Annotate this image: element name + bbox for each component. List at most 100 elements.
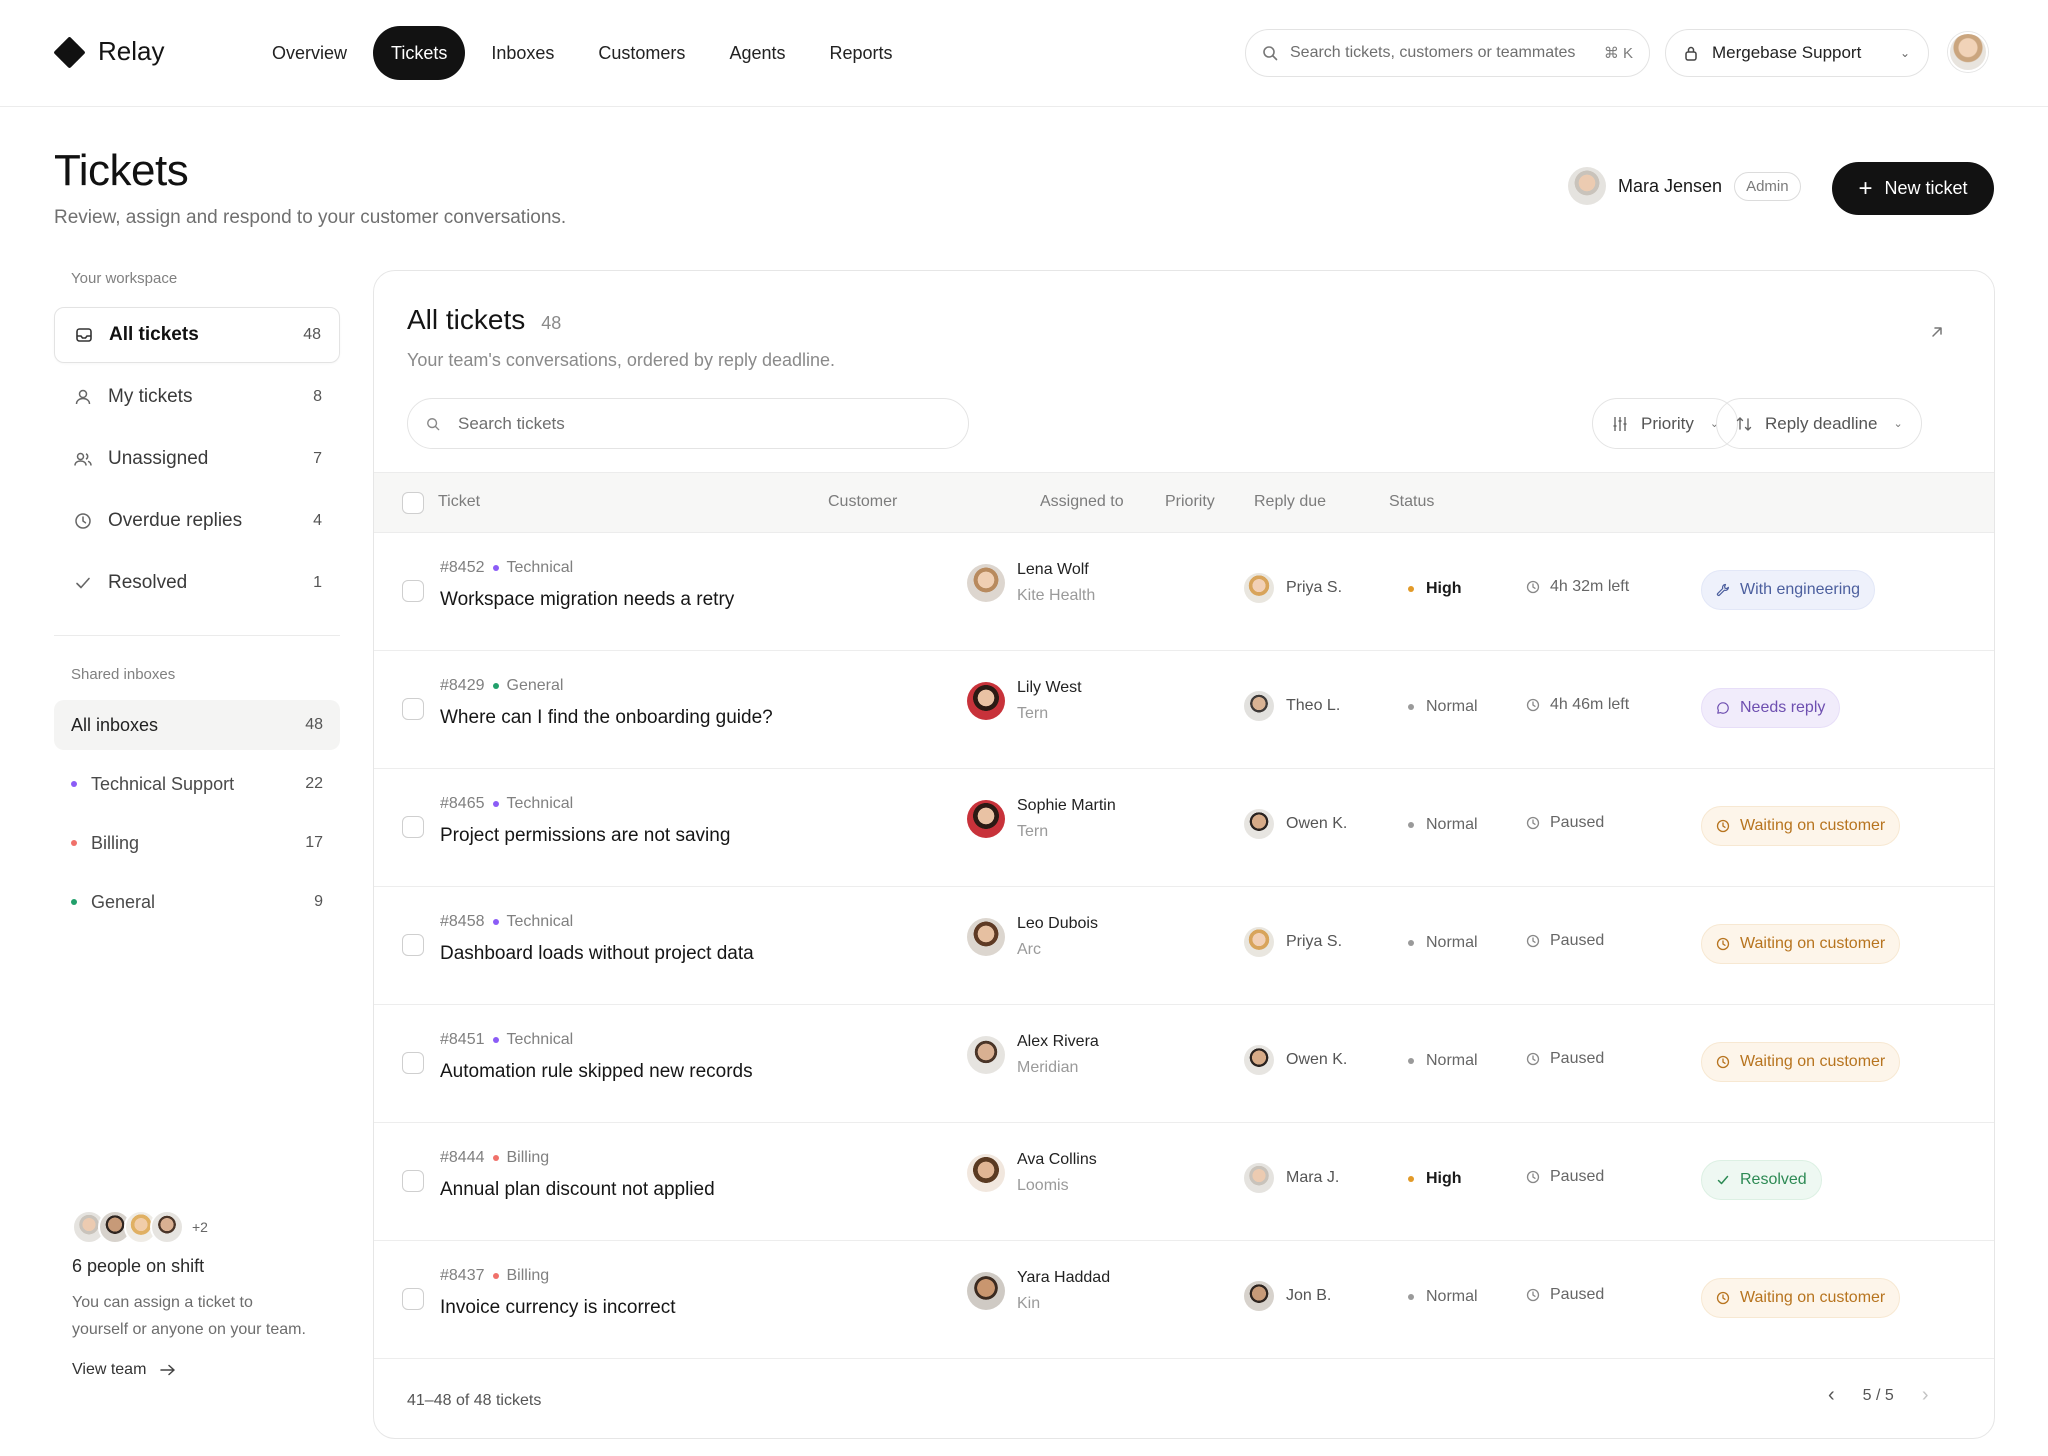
nav-reports[interactable]: Reports — [811, 26, 910, 80]
ticket-search-input[interactable]: Search tickets — [407, 398, 969, 449]
inbox-item-all-inboxes[interactable]: All inboxes 48 — [54, 700, 340, 750]
inbox-item-count: 22 — [305, 775, 323, 792]
column-header-reply-due[interactable]: Reply due — [1254, 493, 1326, 511]
ticket-title[interactable]: Automation rule skipped new records — [440, 1061, 753, 1083]
brand-logo[interactable]: Relay — [53, 35, 164, 69]
table-row[interactable]: #8465 Technical Project permissions are … — [374, 769, 1994, 887]
next-page-button[interactable]: › — [1922, 1384, 1929, 1407]
assignee-cell[interactable]: Owen K. — [1244, 809, 1347, 839]
status-badge[interactable]: Waiting on customer — [1701, 806, 1901, 846]
column-header-status[interactable]: Status — [1389, 493, 1434, 511]
assignee-cell[interactable]: Owen K. — [1244, 1045, 1347, 1075]
column-header-customer[interactable]: Customer — [828, 493, 897, 511]
current-user-chip[interactable]: Mara Jensen Admin — [1568, 167, 1801, 205]
table-row[interactable]: #8437 Billing Invoice currency is incorr… — [374, 1241, 1994, 1359]
customer-cell: Lena Wolf Kite Health — [967, 561, 1095, 605]
status-badge[interactable]: Waiting on customer — [1701, 1278, 1901, 1318]
ticket-title[interactable]: Workspace migration needs a retry — [440, 589, 734, 611]
status-badge[interactable]: Needs reply — [1701, 688, 1841, 728]
reply-due-text: 4h 46m left — [1550, 696, 1630, 713]
row-checkbox[interactable] — [402, 816, 424, 838]
expand-arrow-icon[interactable] — [1929, 324, 1945, 340]
new-ticket-button[interactable]: + New ticket — [1832, 162, 1994, 215]
table-row[interactable]: #8452 Technical Workspace migration need… — [374, 533, 1994, 651]
row-checkbox[interactable] — [402, 1170, 424, 1192]
priority-dot — [1408, 822, 1414, 828]
more-people-count: +2 — [192, 1219, 208, 1235]
priority-dot — [1408, 1294, 1414, 1300]
assignee-avatar — [1244, 809, 1274, 839]
plus-icon: + — [1858, 174, 1873, 202]
ticket-title[interactable]: Invoice currency is incorrect — [440, 1297, 675, 1319]
customer-name: Leo Dubois — [1017, 915, 1098, 932]
nav-overview[interactable]: Overview — [254, 26, 365, 80]
column-header-ticket[interactable]: Ticket — [438, 493, 480, 511]
global-search-input[interactable]: Search tickets, customers or teammates ⌘… — [1245, 29, 1650, 77]
sidebar-item-label: Overdue replies — [108, 510, 243, 531]
ticket-category: Technical — [506, 559, 574, 576]
nav-inboxes[interactable]: Inboxes — [473, 26, 572, 80]
team-on-shift-panel: +2 6 people on shift You can assign a ti… — [72, 1210, 312, 1379]
customer-avatar — [967, 1154, 1005, 1192]
sidebar-item-count: 4 — [313, 512, 322, 529]
ticket-id: #8451 — [440, 1031, 485, 1048]
reply-due-cell: Paused — [1526, 1286, 1604, 1304]
reply-due-text: Paused — [1550, 1286, 1605, 1303]
sort-button[interactable]: Reply deadline ⌄ — [1716, 398, 1922, 449]
table-row[interactable]: #8444 Billing Annual plan discount not a… — [374, 1123, 1994, 1241]
account-avatar[interactable] — [1948, 32, 1988, 72]
inbox-item-general[interactable]: General 9 — [54, 877, 340, 927]
clock-icon — [72, 510, 94, 532]
ticket-title[interactable]: Dashboard loads without project data — [440, 943, 754, 965]
sidebar-item-overdue-replies[interactable]: Overdue replies 4 — [54, 493, 340, 549]
view-team-link[interactable]: View team — [72, 1361, 312, 1379]
table-header: Ticket Customer Assigned to Priority Rep… — [374, 472, 1994, 533]
role-badge: Admin — [1734, 171, 1801, 201]
category-dot — [492, 1155, 499, 1161]
select-all-checkbox[interactable] — [402, 492, 424, 514]
sidebar-item-unassigned[interactable]: Unassigned 7 — [54, 431, 340, 487]
row-checkbox[interactable] — [402, 934, 424, 956]
assignee-cell[interactable]: Priya S. — [1244, 927, 1342, 957]
nav-agents[interactable]: Agents — [711, 26, 803, 80]
ticket-category: General — [506, 677, 564, 694]
row-checkbox[interactable] — [402, 1052, 424, 1074]
table-row[interactable]: #8429 General Where can I find the onboa… — [374, 651, 1994, 769]
status-badge[interactable]: With engineering — [1701, 570, 1876, 610]
column-header-assigned-to[interactable]: Assigned to — [1040, 493, 1124, 511]
ticket-category: Technical — [506, 1031, 574, 1048]
inbox-item-label: Technical Support — [91, 773, 235, 794]
workspace-switcher[interactable]: Mergebase Support ⌄ — [1665, 29, 1929, 77]
table-row[interactable]: #8458 Technical Dashboard loads without … — [374, 887, 1994, 1005]
users-icon — [72, 448, 94, 470]
sidebar-item-all-tickets[interactable]: All tickets 48 — [54, 307, 340, 363]
ticket-title[interactable]: Where can I find the onboarding guide? — [440, 707, 773, 729]
ticket-title[interactable]: Annual plan discount not applied — [440, 1179, 715, 1201]
row-checkbox[interactable] — [402, 580, 424, 602]
nav-tickets[interactable]: Tickets — [373, 26, 466, 80]
inbox-item-billing[interactable]: Billing 17 — [54, 818, 340, 868]
assignee-cell[interactable]: Priya S. — [1244, 573, 1342, 603]
assignee-cell[interactable]: Theo L. — [1244, 691, 1340, 721]
status-badge[interactable]: Waiting on customer — [1701, 924, 1901, 964]
on-shift-avatars: +2 — [72, 1210, 312, 1244]
page-subtitle: Review, assign and respond to your custo… — [54, 207, 567, 228]
status-badge[interactable]: Waiting on customer — [1701, 1042, 1901, 1082]
ticket-meta: #8437 Billing — [440, 1267, 549, 1285]
row-checkbox[interactable] — [402, 1288, 424, 1310]
nav-customers[interactable]: Customers — [580, 26, 703, 80]
assignee-cell[interactable]: Mara J. — [1244, 1163, 1339, 1193]
status-badge[interactable]: Resolved — [1701, 1160, 1822, 1200]
sidebar-item-count: 7 — [313, 450, 322, 467]
card-title-count: 48 — [541, 313, 562, 333]
ticket-title[interactable]: Project permissions are not saving — [440, 825, 730, 847]
previous-page-button[interactable]: ‹ — [1828, 1384, 1835, 1407]
assignee-cell[interactable]: Jon B. — [1244, 1281, 1331, 1311]
row-checkbox[interactable] — [402, 698, 424, 720]
card-title-text: All tickets — [407, 304, 526, 335]
sidebar-item-resolved[interactable]: Resolved 1 — [54, 555, 340, 611]
table-row[interactable]: #8451 Technical Automation rule skipped … — [374, 1005, 1994, 1123]
sidebar-item-my-tickets[interactable]: My tickets 8 — [54, 369, 340, 425]
column-header-priority[interactable]: Priority — [1165, 493, 1215, 511]
inbox-item-technical-support[interactable]: Technical Support 22 — [54, 759, 340, 809]
